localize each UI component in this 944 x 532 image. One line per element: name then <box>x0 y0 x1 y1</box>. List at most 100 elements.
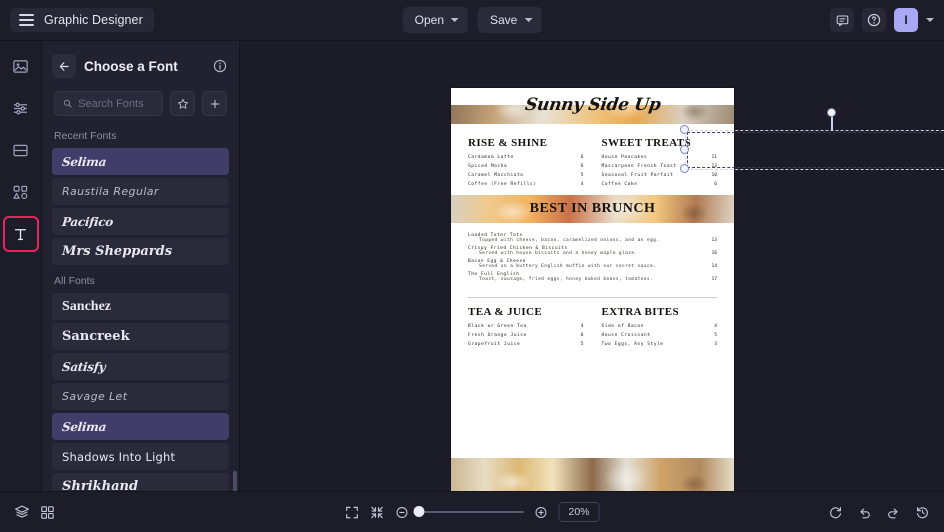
search-input[interactable] <box>78 98 154 110</box>
chevron-down-icon <box>524 18 532 22</box>
arrow-left-icon <box>58 60 71 73</box>
rotate-handle[interactable] <box>827 108 836 117</box>
text-icon <box>12 226 29 243</box>
brunch-heading: BEST IN BRUNCH <box>530 201 656 217</box>
brunch-items: Loaded Tater TotsTopped with cheese, bac… <box>451 223 734 291</box>
menu-item-name: Side of Bacon <box>602 324 644 329</box>
font-name-label: Pacifico <box>61 215 113 229</box>
font-row[interactable]: Satisfy <box>52 353 229 380</box>
font-row[interactable]: Selima <box>52 148 229 175</box>
help-button[interactable] <box>862 8 886 32</box>
layers-icon <box>14 504 30 520</box>
grid-button[interactable] <box>40 505 55 520</box>
undo-button[interactable] <box>857 505 872 520</box>
menu-item-name: Two Eggs, Any Style <box>602 342 664 347</box>
zoom-in-button[interactable] <box>533 505 548 520</box>
section-items: House Pancakes11Mascarpone French Toast1… <box>602 155 718 187</box>
top-toolbar: Graphic Designer Open Save <box>0 0 944 41</box>
menu-item: Black or Green Tea4 <box>468 324 584 329</box>
help-circle-icon <box>867 13 881 27</box>
comments-button[interactable] <box>830 8 854 32</box>
font-row[interactable]: Raustila Regular <box>52 178 229 205</box>
brunch-band-wrap: BEST IN BRUNCH <box>451 195 734 223</box>
menu-item-price: 4 <box>714 324 717 329</box>
font-search-row <box>42 84 239 126</box>
collapse-button[interactable] <box>369 505 384 520</box>
history-button[interactable] <box>915 505 930 520</box>
menu-item: Mascarpone French Toast13 <box>602 164 718 169</box>
panel-info-button[interactable] <box>213 59 227 73</box>
rail-item-shapes[interactable] <box>6 177 36 207</box>
font-name-label: Selima <box>61 155 107 169</box>
brunch-item-desc: Topped with cheese, bacon, caramelized o… <box>468 238 659 243</box>
menu-item-price: 4 <box>581 324 584 329</box>
add-font-button[interactable] <box>202 91 227 116</box>
menu-item-name: Fresh Orange Juice <box>468 333 527 338</box>
open-button[interactable]: Open <box>403 7 468 33</box>
app-body: Choose a Font <box>0 41 944 491</box>
layers-button[interactable] <box>14 504 30 520</box>
menu-item-name: House Croissant <box>602 333 651 338</box>
font-row[interactable]: Savage Let <box>52 383 229 410</box>
zoom-out-button[interactable] <box>394 505 409 520</box>
recent-fonts-list: Selima Raustila Regular Pacifico Mrs Sheppa… <box>52 148 229 265</box>
document-title-band[interactable]: Sunny Side Up <box>451 88 734 124</box>
menu-item-price: 5 <box>714 333 717 338</box>
zoom-slider-knob[interactable] <box>413 506 424 517</box>
brunch-heading-band: BEST IN BRUNCH <box>451 195 734 223</box>
brunch-item-desc: Toast, sausage, fried eggs, honey baked … <box>468 277 653 282</box>
save-button[interactable]: Save <box>478 7 541 33</box>
rail-item-text[interactable] <box>6 219 36 249</box>
font-name-label: Savage Let <box>62 390 127 403</box>
hamburger-icon <box>19 14 34 26</box>
menu-item: House Croissant 5 <box>602 333 718 338</box>
section-items: Black or Green Tea4Fresh Orange Juice6Gr… <box>468 324 584 347</box>
chevron-down-icon[interactable] <box>926 18 934 22</box>
sliders-icon <box>12 100 29 117</box>
favorites-button[interactable] <box>170 91 195 116</box>
menu-document[interactable]: Sunny Side Up RISE & SHINE Cardamom Latt… <box>451 88 734 491</box>
menu-item-price: 5 <box>581 173 584 178</box>
fit-screen-button[interactable] <box>344 505 359 520</box>
menu-item-price: 4 <box>581 182 584 187</box>
zoom-level[interactable]: 20% <box>558 502 599 522</box>
brunch-item-price: 17 <box>711 277 717 282</box>
resize-handle-bottom-left[interactable] <box>680 164 689 173</box>
menu-item-name: Caramel Macchiato <box>468 173 524 178</box>
font-row[interactable]: Pacifico <box>52 208 229 235</box>
rail-item-layout[interactable] <box>6 135 36 165</box>
resize-handle-top-left[interactable] <box>680 125 689 134</box>
font-row[interactable]: Sanchez <box>52 293 229 320</box>
open-label: Open <box>415 13 444 27</box>
zoom-slider[interactable] <box>419 511 523 513</box>
brunch-item: Loaded Tater TotsTopped with cheese, bac… <box>468 233 717 243</box>
font-row[interactable]: Shrikhand <box>52 473 229 491</box>
font-name-label: Mrs Sheppards <box>62 244 172 259</box>
top-sections: RISE & SHINE Cardamom Latte6Spiced Mocha… <box>451 124 734 195</box>
font-name-label: Selima <box>61 420 107 434</box>
avatar[interactable]: I <box>894 8 918 32</box>
resize-handle-left[interactable] <box>680 145 689 154</box>
app-menu-button[interactable]: Graphic Designer <box>10 8 154 32</box>
redo-button[interactable] <box>886 505 901 520</box>
rail-item-adjustments[interactable] <box>6 93 36 123</box>
font-list-scroll[interactable]: Recent Fonts SelimaRaustila RegularPacif… <box>42 126 239 491</box>
font-row[interactable]: Selima <box>52 413 229 440</box>
brunch-item-desc: Served on a buttery English muffin with … <box>468 264 656 269</box>
menu-item: Cardamom Latte6 <box>468 155 584 160</box>
all-fonts-list: Sanchez Sancreek Satisfy Savage Let Selima Sh… <box>52 293 229 491</box>
redo-icon <box>886 505 901 520</box>
font-row[interactable]: Sancreek <box>52 323 229 350</box>
search-icon <box>63 98 72 109</box>
search-box[interactable] <box>54 91 163 116</box>
canvas-area[interactable]: Sunny Side Up RISE & SHINE Cardamom Latt… <box>240 41 944 491</box>
reset-button[interactable] <box>828 505 843 520</box>
font-row[interactable]: Shadows Into Light <box>52 443 229 470</box>
back-button[interactable] <box>52 54 76 78</box>
font-name-label: Shadows Into Light <box>62 450 175 464</box>
font-name-label: Shrikhand <box>62 479 138 491</box>
top-right-actions: I <box>830 8 934 32</box>
rail-item-image[interactable] <box>6 51 36 81</box>
document-title: Sunny Side Up <box>524 95 662 115</box>
font-row[interactable]: Mrs Sheppards <box>52 238 229 265</box>
